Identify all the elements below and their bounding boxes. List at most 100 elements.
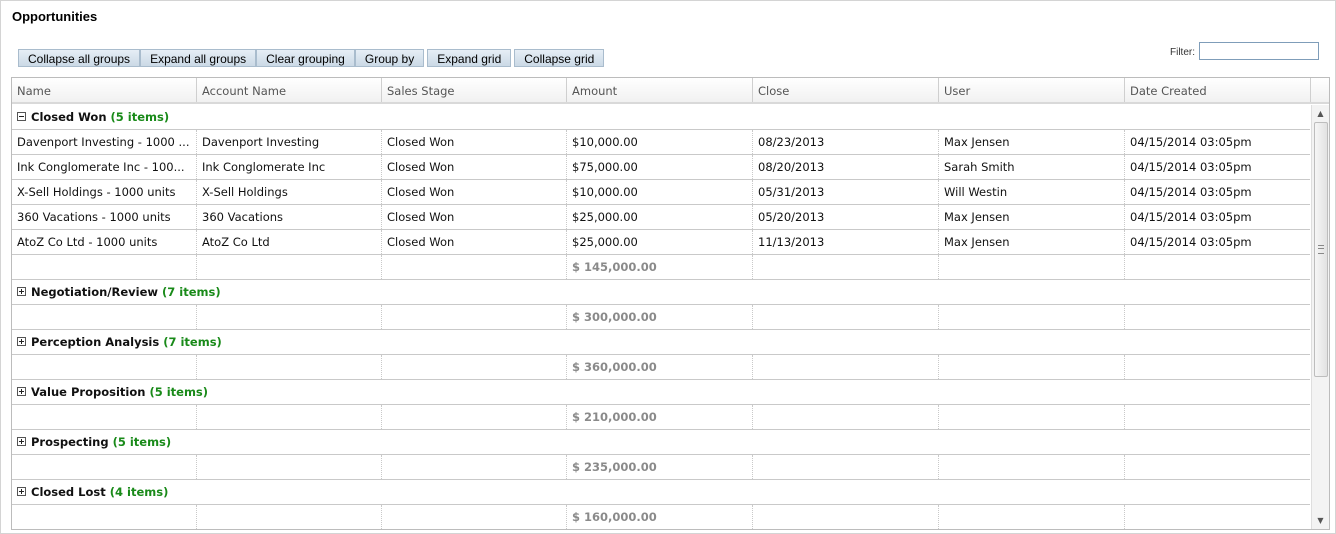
expand-grid-button[interactable]: Expand grid <box>427 49 512 67</box>
table-cell <box>12 505 197 529</box>
table-cell: AtoZ Co Ltd - 1000 units <box>12 230 197 254</box>
column-header[interactable]: Account Name <box>197 78 382 102</box>
group-count: (5 items) <box>110 110 170 124</box>
group-title: Prospecting (5 items) <box>31 430 171 454</box>
table-cell: AtoZ Co Ltd <box>197 230 382 254</box>
group-title: Negotiation/Review (7 items) <box>31 280 221 304</box>
table-cell <box>197 355 382 379</box>
table-cell: Davenport Investing <box>197 130 382 154</box>
group-row[interactable]: Value Proposition (5 items) <box>12 380 1310 405</box>
group-row[interactable]: Perception Analysis (7 items) <box>12 330 1310 355</box>
table-row[interactable]: X-Sell Holdings - 1000 units X-Sell Holdi… <box>12 180 1310 205</box>
grid-toolbar: Collapse all groups Expand all groups Cl… <box>18 49 607 69</box>
table-cell <box>753 505 939 529</box>
table-cell: Will Westin <box>939 180 1125 204</box>
table-row[interactable]: Davenport Investing - 1000 ... Davenport … <box>12 130 1310 155</box>
plus-box-icon[interactable] <box>17 487 26 496</box>
group-count: (5 items) <box>149 385 209 399</box>
table-cell: $10,000.00 <box>567 180 753 204</box>
expand-all-groups-button[interactable]: Expand all groups <box>140 49 257 67</box>
table-cell: 08/20/2013 <box>753 155 939 179</box>
plus-box-icon[interactable] <box>17 437 26 446</box>
scrollbar-thumb[interactable] <box>1314 122 1328 377</box>
table-cell: 04/15/2014 03:05pm <box>1125 180 1310 204</box>
column-header[interactable]: User <box>939 78 1125 102</box>
group-count: (5 items) <box>112 435 172 449</box>
collapse-grid-button[interactable]: Collapse grid <box>514 49 605 67</box>
group-total-row: $ 360,000.00 <box>12 355 1310 380</box>
table-cell: $25,000.00 <box>567 205 753 229</box>
arrow-down-icon[interactable]: ▼ <box>1312 512 1329 529</box>
table-cell <box>197 305 382 329</box>
table-cell <box>12 355 197 379</box>
group-count: (7 items) <box>162 285 221 299</box>
table-cell <box>939 405 1125 429</box>
table-row[interactable]: AtoZ Co Ltd - 1000 units AtoZ Co Ltd Close… <box>12 230 1310 255</box>
table-cell <box>382 505 567 529</box>
group-count: (7 items) <box>163 335 222 349</box>
group-row[interactable]: Negotiation/Review (7 items) <box>12 280 1310 305</box>
table-cell <box>1125 355 1310 379</box>
table-cell <box>753 255 939 279</box>
plus-box-icon[interactable] <box>17 337 26 346</box>
table-row[interactable]: Ink Conglomerate Inc - 100... Ink Conglom… <box>12 155 1310 180</box>
table-cell: Ink Conglomerate Inc <box>197 155 382 179</box>
table-cell: X-Sell Holdings - 1000 units <box>12 180 197 204</box>
group-row[interactable]: Closed Lost (4 items) <box>12 480 1310 505</box>
minus-box-icon[interactable] <box>17 112 26 121</box>
group-by-button[interactable]: Group by <box>354 49 425 67</box>
vertical-scrollbar[interactable]: ▲ ▼ <box>1311 105 1329 529</box>
table-cell <box>12 255 197 279</box>
table-cell <box>382 305 567 329</box>
group-title: Closed Won (5 items) <box>31 105 169 129</box>
table-cell <box>753 405 939 429</box>
table-cell: 360 Vacations - 1000 units <box>12 205 197 229</box>
table-cell: Closed Won <box>382 155 567 179</box>
table-cell: Closed Won <box>382 180 567 204</box>
table-cell <box>1125 405 1310 429</box>
group-total-row: $ 300,000.00 <box>12 305 1310 330</box>
table-cell <box>753 355 939 379</box>
table-cell <box>753 455 939 479</box>
group-row[interactable]: Closed Won (5 items) <box>12 105 1310 130</box>
plus-box-icon[interactable] <box>17 287 26 296</box>
table-cell: 04/15/2014 03:05pm <box>1125 155 1310 179</box>
table-cell <box>197 505 382 529</box>
clear-grouping-button[interactable]: Clear grouping <box>256 49 355 67</box>
group-total-row: $ 160,000.00 <box>12 505 1310 529</box>
table-cell <box>197 455 382 479</box>
group-total-amount: $ 300,000.00 <box>567 305 753 329</box>
group-name: Closed Lost <box>31 485 106 499</box>
table-cell <box>753 305 939 329</box>
table-cell: X-Sell Holdings <box>197 180 382 204</box>
column-header[interactable]: Sales Stage <box>382 78 567 102</box>
table-cell: $25,000.00 <box>567 230 753 254</box>
table-cell <box>382 355 567 379</box>
column-header[interactable]: Date Created <box>1125 78 1311 102</box>
table-cell <box>939 255 1125 279</box>
group-row[interactable]: Prospecting (5 items) <box>12 430 1310 455</box>
filter-input[interactable] <box>1199 42 1319 60</box>
arrow-up-icon[interactable]: ▲ <box>1312 105 1329 122</box>
column-header[interactable]: Name <box>12 78 197 102</box>
table-row[interactable]: 360 Vacations - 1000 units 360 Vacations C… <box>12 205 1310 230</box>
column-header[interactable]: Close <box>753 78 939 102</box>
column-header[interactable]: Amount <box>567 78 753 102</box>
table-cell: 360 Vacations <box>197 205 382 229</box>
table-cell: 04/15/2014 03:05pm <box>1125 205 1310 229</box>
table-cell: Ink Conglomerate Inc - 100... <box>12 155 197 179</box>
table-cell <box>12 405 197 429</box>
collapse-all-groups-button[interactable]: Collapse all groups <box>18 49 141 67</box>
group-total-amount: $ 160,000.00 <box>567 505 753 529</box>
group-total-amount: $ 210,000.00 <box>567 405 753 429</box>
table-cell: Closed Won <box>382 230 567 254</box>
table-cell: 05/31/2013 <box>753 180 939 204</box>
table-cell <box>12 305 197 329</box>
group-total-row: $ 235,000.00 <box>12 455 1310 480</box>
table-cell: Davenport Investing - 1000 ... <box>12 130 197 154</box>
plus-box-icon[interactable] <box>17 387 26 396</box>
table-cell: 05/20/2013 <box>753 205 939 229</box>
opportunities-grid: Name Account Name Sales Stage Amount Close Us… <box>11 77 1330 530</box>
table-cell <box>382 405 567 429</box>
table-cell <box>939 505 1125 529</box>
